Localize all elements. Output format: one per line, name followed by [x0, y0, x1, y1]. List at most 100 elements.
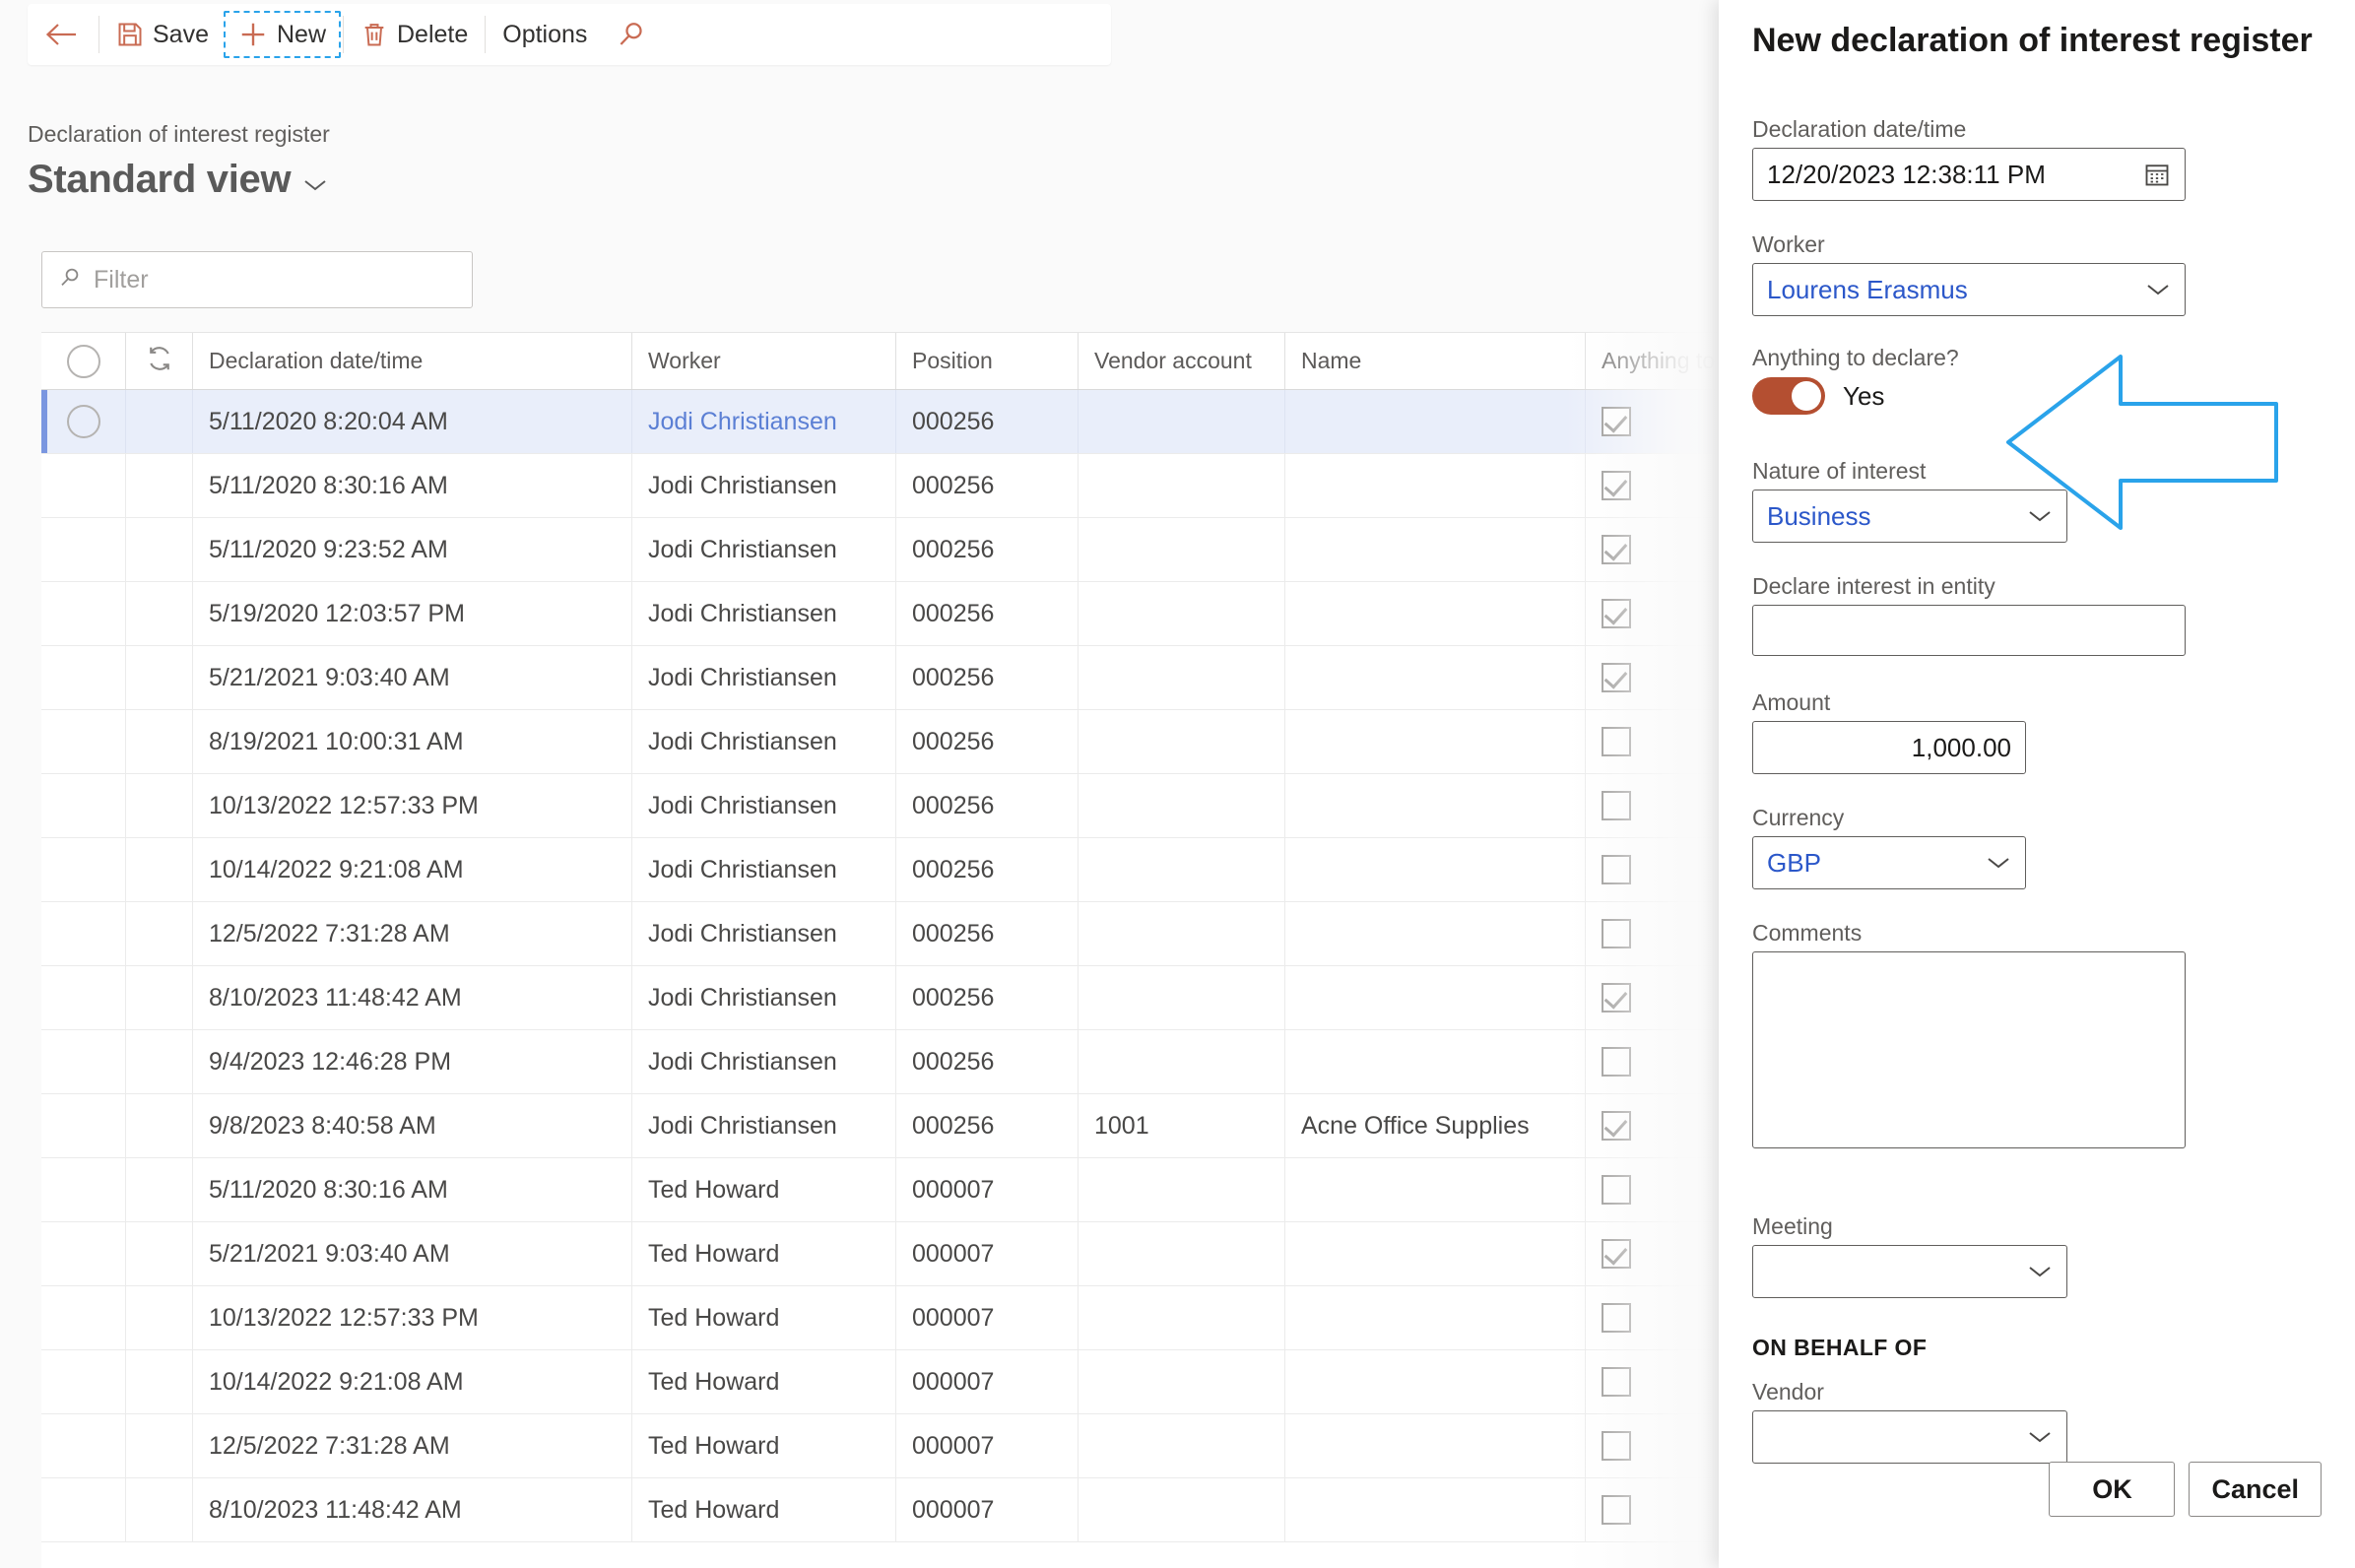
declare-checkbox[interactable] [1602, 855, 1631, 884]
column-header-vendor-account[interactable]: Vendor account [1079, 333, 1285, 389]
row-select-cell[interactable] [41, 966, 126, 1029]
cell-anything-to-declare[interactable] [1586, 838, 1719, 901]
nature-of-interest-select[interactable]: Business [1752, 490, 2067, 543]
table-row[interactable]: 8/10/2023 11:48:42 AM Ted Howard 000007 [41, 1478, 1719, 1542]
declare-checkbox[interactable] [1602, 1239, 1631, 1269]
row-select-cell[interactable] [41, 390, 126, 453]
declare-checkbox[interactable] [1602, 599, 1631, 628]
options-button[interactable]: Options [488, 11, 602, 58]
meeting-select[interactable] [1752, 1245, 2067, 1298]
table-row[interactable]: 5/11/2020 8:30:16 AM Jodi Christiansen 000… [41, 454, 1719, 518]
declaration-datetime-input[interactable]: 12/20/2023 12:38:11 PM [1752, 148, 2186, 201]
ok-button[interactable]: OK [2049, 1462, 2176, 1517]
table-row[interactable]: 5/11/2020 8:30:16 AM Ted Howard 000007 [41, 1158, 1719, 1222]
declare-checkbox[interactable] [1602, 535, 1631, 564]
cell-anything-to-declare[interactable] [1586, 518, 1719, 581]
cell-anything-to-declare[interactable] [1586, 1094, 1719, 1157]
row-select-cell[interactable] [41, 710, 126, 773]
row-select-cell[interactable] [41, 902, 126, 965]
cell-anything-to-declare[interactable] [1586, 710, 1719, 773]
table-row[interactable]: 5/11/2020 8:20:04 AM Jodi Christiansen 000… [41, 390, 1719, 454]
calendar-icon[interactable] [2143, 161, 2171, 188]
new-button[interactable]: New [223, 11, 341, 58]
cell-anything-to-declare[interactable] [1586, 1158, 1719, 1221]
row-select-cell[interactable] [41, 646, 126, 709]
worker-select[interactable]: Lourens Erasmus [1752, 263, 2186, 316]
declare-checkbox[interactable] [1602, 1495, 1631, 1525]
table-row[interactable]: 8/10/2023 11:48:42 AM Jodi Christiansen 00… [41, 966, 1719, 1030]
comments-textarea[interactable] [1752, 951, 2186, 1148]
row-select-cell[interactable] [41, 1414, 126, 1477]
table-row[interactable]: 10/14/2022 9:21:08 AM Ted Howard 000007 [41, 1350, 1719, 1414]
table-row[interactable]: 10/14/2022 9:21:08 AM Jodi Christiansen 00… [41, 838, 1719, 902]
back-button[interactable] [28, 11, 97, 58]
cell-anything-to-declare[interactable] [1586, 1478, 1719, 1541]
declare-checkbox[interactable] [1602, 1175, 1631, 1205]
row-select-cell[interactable] [41, 1350, 126, 1413]
declare-checkbox[interactable] [1602, 727, 1631, 756]
table-row[interactable]: 5/21/2021 9:03:40 AM Ted Howard 000007 [41, 1222, 1719, 1286]
table-row[interactable]: 12/5/2022 7:31:28 AM Jodi Christiansen 000… [41, 902, 1719, 966]
table-row[interactable]: 5/19/2020 12:03:57 PM Jodi Christiansen 00… [41, 582, 1719, 646]
declare-interest-in-entity-input[interactable] [1752, 605, 2186, 656]
cell-anything-to-declare[interactable] [1586, 390, 1719, 453]
table-row[interactable]: 10/13/2022 12:57:33 PM Jodi Christiansen 0… [41, 774, 1719, 838]
table-row[interactable]: 9/8/2023 8:40:58 AM Jodi Christiansen 0002… [41, 1094, 1719, 1158]
anything-to-declare-toggle[interactable] [1752, 377, 1825, 415]
cell-anything-to-declare[interactable] [1586, 454, 1719, 517]
declare-checkbox[interactable] [1602, 1431, 1631, 1461]
table-row[interactable]: 5/11/2020 9:23:52 AM Jodi Christiansen 000… [41, 518, 1719, 582]
cell-anything-to-declare[interactable] [1586, 902, 1719, 965]
delete-button[interactable]: Delete [346, 11, 483, 58]
column-header-declaration-datetime[interactable]: Declaration date/time [193, 333, 632, 389]
declare-checkbox[interactable] [1602, 791, 1631, 820]
row-select-cell[interactable] [41, 1286, 126, 1349]
filter-input[interactable] [94, 265, 456, 294]
chevron-down-icon[interactable] [2019, 1264, 2053, 1279]
declare-checkbox[interactable] [1602, 1367, 1631, 1397]
chevron-down-icon[interactable] [2019, 1429, 2053, 1445]
view-selector[interactable]: Standard view [28, 158, 328, 202]
cell-anything-to-declare[interactable] [1586, 1414, 1719, 1477]
currency-select[interactable]: GBP [1752, 836, 2026, 889]
amount-input[interactable]: 1,000.00 [1752, 721, 2026, 774]
cell-anything-to-declare[interactable] [1586, 646, 1719, 709]
row-select-cell[interactable] [41, 838, 126, 901]
column-header-worker[interactable]: Worker [632, 333, 896, 389]
search-button[interactable] [602, 11, 661, 58]
column-header-position[interactable]: Position [896, 333, 1079, 389]
table-row[interactable]: 12/5/2022 7:31:28 AM Ted Howard 000007 [41, 1414, 1719, 1478]
table-row[interactable]: 10/13/2022 12:57:33 PM Ted Howard 000007 [41, 1286, 1719, 1350]
select-all-radio[interactable] [66, 344, 100, 378]
cell-anything-to-declare[interactable] [1586, 1350, 1719, 1413]
table-row[interactable]: 8/19/2021 10:00:31 AM Jodi Christiansen 00… [41, 710, 1719, 774]
row-select-radio[interactable] [66, 405, 100, 438]
cancel-button[interactable]: Cancel [2189, 1462, 2322, 1517]
row-select-cell[interactable] [41, 1478, 126, 1541]
declare-checkbox[interactable] [1602, 1047, 1631, 1077]
cell-anything-to-declare[interactable] [1586, 1030, 1719, 1093]
declare-checkbox[interactable] [1602, 919, 1631, 948]
filter-box[interactable] [41, 251, 473, 308]
cell-anything-to-declare[interactable] [1586, 774, 1719, 837]
row-select-cell[interactable] [41, 774, 126, 837]
cell-anything-to-declare[interactable] [1586, 966, 1719, 1029]
row-select-cell[interactable] [41, 1158, 126, 1221]
chevron-down-icon[interactable] [1978, 855, 2011, 871]
declare-checkbox[interactable] [1602, 663, 1631, 692]
declare-checkbox[interactable] [1602, 983, 1631, 1013]
row-select-cell[interactable] [41, 1222, 126, 1285]
row-select-cell[interactable] [41, 582, 126, 645]
table-row[interactable]: 9/4/2023 12:46:28 PM Jodi Christiansen 000… [41, 1030, 1719, 1094]
refresh-header-cell[interactable] [126, 333, 193, 389]
declare-checkbox[interactable] [1602, 471, 1631, 500]
table-row[interactable]: 5/21/2021 9:03:40 AM Jodi Christiansen 000… [41, 646, 1719, 710]
column-header-anything-to-declare[interactable]: Anything to [1586, 333, 1719, 389]
vendor-select[interactable] [1752, 1410, 2067, 1464]
declare-checkbox[interactable] [1602, 407, 1631, 436]
save-button[interactable]: Save [101, 11, 224, 58]
row-select-cell[interactable] [41, 1094, 126, 1157]
breadcrumb[interactable]: Declaration of interest register [28, 121, 330, 148]
cell-anything-to-declare[interactable] [1586, 1286, 1719, 1349]
cell-anything-to-declare[interactable] [1586, 1222, 1719, 1285]
